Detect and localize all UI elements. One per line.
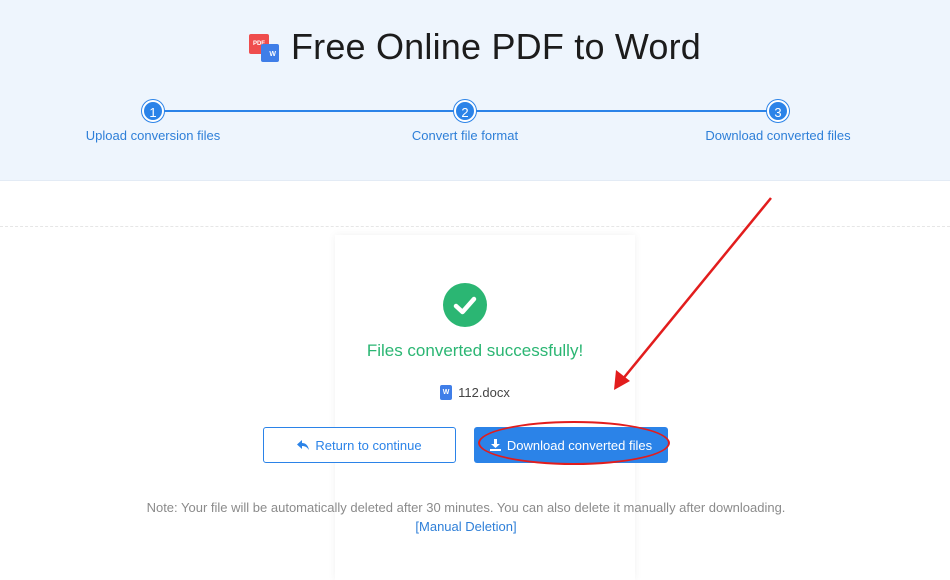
step-number: 2 <box>454 100 476 122</box>
header: PDF W Free Online PDF to Word 1 Upload c… <box>0 0 950 181</box>
page-title: Free Online PDF to Word <box>290 26 702 67</box>
step-number: 1 <box>142 100 164 122</box>
step-label: Upload conversion files <box>85 128 221 143</box>
word-file-icon: W <box>440 385 453 400</box>
annotation-ellipse <box>478 421 670 465</box>
note-text: Note: Your file will be automatically de… <box>146 500 786 515</box>
return-button[interactable]: Return to continue <box>263 427 456 463</box>
divider <box>0 226 950 227</box>
success-message: Files converted successfully! <box>366 341 584 360</box>
title-row: PDF W Free Online PDF to Word <box>0 26 950 69</box>
step-download: 3 Download converted files <box>668 100 888 143</box>
step-label: Convert file format <box>411 128 519 143</box>
file-name: 112.docx <box>458 385 510 400</box>
pdf-to-word-icon: PDF W <box>248 30 281 64</box>
manual-deletion-link[interactable]: [Manual Deletion] <box>0 519 932 534</box>
step-number: 3 <box>767 100 789 122</box>
step-upload: 1 Upload conversion files <box>43 100 263 143</box>
file-item: W 112.docx <box>0 382 950 400</box>
return-button-label: Return to continue <box>315 437 422 453</box>
checkmark-icon <box>443 283 487 327</box>
step-label: Download converted files <box>705 128 851 143</box>
reply-arrow-icon <box>297 439 310 450</box>
step-convert: 2 Convert file format <box>355 100 575 143</box>
